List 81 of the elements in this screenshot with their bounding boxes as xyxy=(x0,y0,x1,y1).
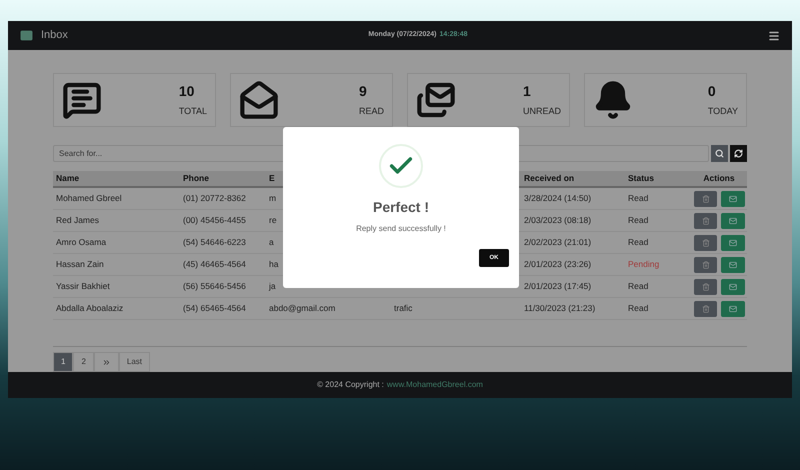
menu-icon xyxy=(768,30,780,42)
stat-value: 10 xyxy=(178,82,194,102)
delete-button[interactable] xyxy=(694,212,717,228)
table-cell-text: Mohamed Gbreel xyxy=(55,192,123,205)
stat-label: TODAY xyxy=(708,105,738,118)
delete-button[interactable] xyxy=(694,278,717,294)
status-text: Read xyxy=(627,280,650,293)
table-cell-text: Amro Osama xyxy=(55,236,108,249)
column-header: Received on xyxy=(523,172,576,185)
envelopes-icon xyxy=(416,80,456,120)
column-header: Phone xyxy=(182,172,210,185)
trash-icon xyxy=(702,260,710,268)
status-text: Read xyxy=(627,302,650,315)
search-icon xyxy=(715,149,724,158)
reply-button[interactable] xyxy=(721,278,745,294)
menu-button[interactable] xyxy=(768,30,780,42)
table-cell-text: (45) 46465-4564 xyxy=(182,258,247,271)
table-cell-text: (54) 65465-4564 xyxy=(182,302,247,315)
bell-icon xyxy=(593,80,633,120)
page-button[interactable]: 1 xyxy=(53,352,74,372)
trash-icon xyxy=(702,216,710,224)
column-header: Name xyxy=(55,172,80,185)
table-cell-text: (01) 20772-8362 xyxy=(182,192,247,205)
stat-label: UNREAD xyxy=(522,105,561,118)
status-text: Read xyxy=(627,236,650,249)
refresh-icon xyxy=(734,149,743,158)
page-button[interactable]: Last xyxy=(118,352,150,372)
trash-icon xyxy=(702,194,710,202)
table-cell-text: Hassan Zain xyxy=(55,258,105,271)
stat-label: TOTAL xyxy=(178,105,207,118)
dialog-message: Reply send successfully ! xyxy=(356,223,446,235)
table-cell-text: re xyxy=(268,214,278,227)
reply-button[interactable] xyxy=(721,212,745,228)
status-text: Pending xyxy=(627,258,660,271)
status-text: Read xyxy=(627,192,650,205)
table-cell-text: 2/01/2023 (23:26) xyxy=(523,258,592,271)
delete-button[interactable] xyxy=(694,256,717,272)
table-cell-text: abdo@gmail.com xyxy=(268,302,336,315)
table-cell-text: 11/30/2023 (21:23) xyxy=(523,302,596,315)
table-cell-text: 2/02/2023 (21:01) xyxy=(523,236,592,249)
reply-button[interactable] xyxy=(721,190,745,206)
table-cell-text: a xyxy=(268,236,275,249)
stat-value: 9 xyxy=(358,82,367,102)
trash-icon xyxy=(702,304,710,312)
table-cell-text: 2/01/2023 (17:45) xyxy=(523,280,592,293)
column-header: E xyxy=(268,172,276,185)
table-cell-text: (00) 45456-4455 xyxy=(182,214,247,227)
delete-button[interactable] xyxy=(694,190,717,206)
trash-icon xyxy=(702,282,710,290)
table-cell-text: 3/28/2024 (14:50) xyxy=(523,192,592,205)
trash-icon xyxy=(702,238,710,246)
column-header: Status xyxy=(627,172,655,185)
table-cell-text: Yassir Bakhiet xyxy=(55,280,111,293)
table-cell-text: ha xyxy=(268,258,280,271)
search-button[interactable] xyxy=(711,145,728,162)
reply-button[interactable] xyxy=(721,256,745,272)
table-cell-text: Red James xyxy=(55,214,100,227)
table-cell-text: (54) 54646-6223 xyxy=(182,236,247,249)
delete-button[interactable] xyxy=(694,300,717,316)
double-chevron-icon xyxy=(102,358,111,366)
open-envelope-icon xyxy=(239,80,279,120)
refresh-button[interactable] xyxy=(730,145,747,162)
stat-value: 0 xyxy=(708,82,716,102)
website-link[interactable]: www.MohamedGbreel.com xyxy=(386,379,483,391)
status-text: Read xyxy=(627,214,650,227)
table-cell-text: m xyxy=(268,192,278,205)
table-cell-text: Abdalla Aboalaziz xyxy=(55,302,124,315)
table-cell-text: ja xyxy=(268,280,277,293)
table-cell-text: trafic xyxy=(393,302,414,315)
stat-label: READ xyxy=(358,105,384,118)
reply-button[interactable] xyxy=(721,234,745,250)
app-title: Inbox xyxy=(41,28,68,44)
delete-button[interactable] xyxy=(694,234,717,250)
column-header: Actions xyxy=(702,172,736,185)
page-button[interactable]: 2 xyxy=(73,352,94,372)
stat-value: 1 xyxy=(522,82,531,102)
reply-button[interactable] xyxy=(721,300,745,316)
dialog-title: Perfect ! xyxy=(372,198,430,217)
table-cell-text: (56) 55646-5456 xyxy=(182,280,247,293)
table-cell-text: 2/03/2023 (08:18) xyxy=(523,214,592,227)
copyright-text: © 2024 Copyright : xyxy=(317,379,384,391)
